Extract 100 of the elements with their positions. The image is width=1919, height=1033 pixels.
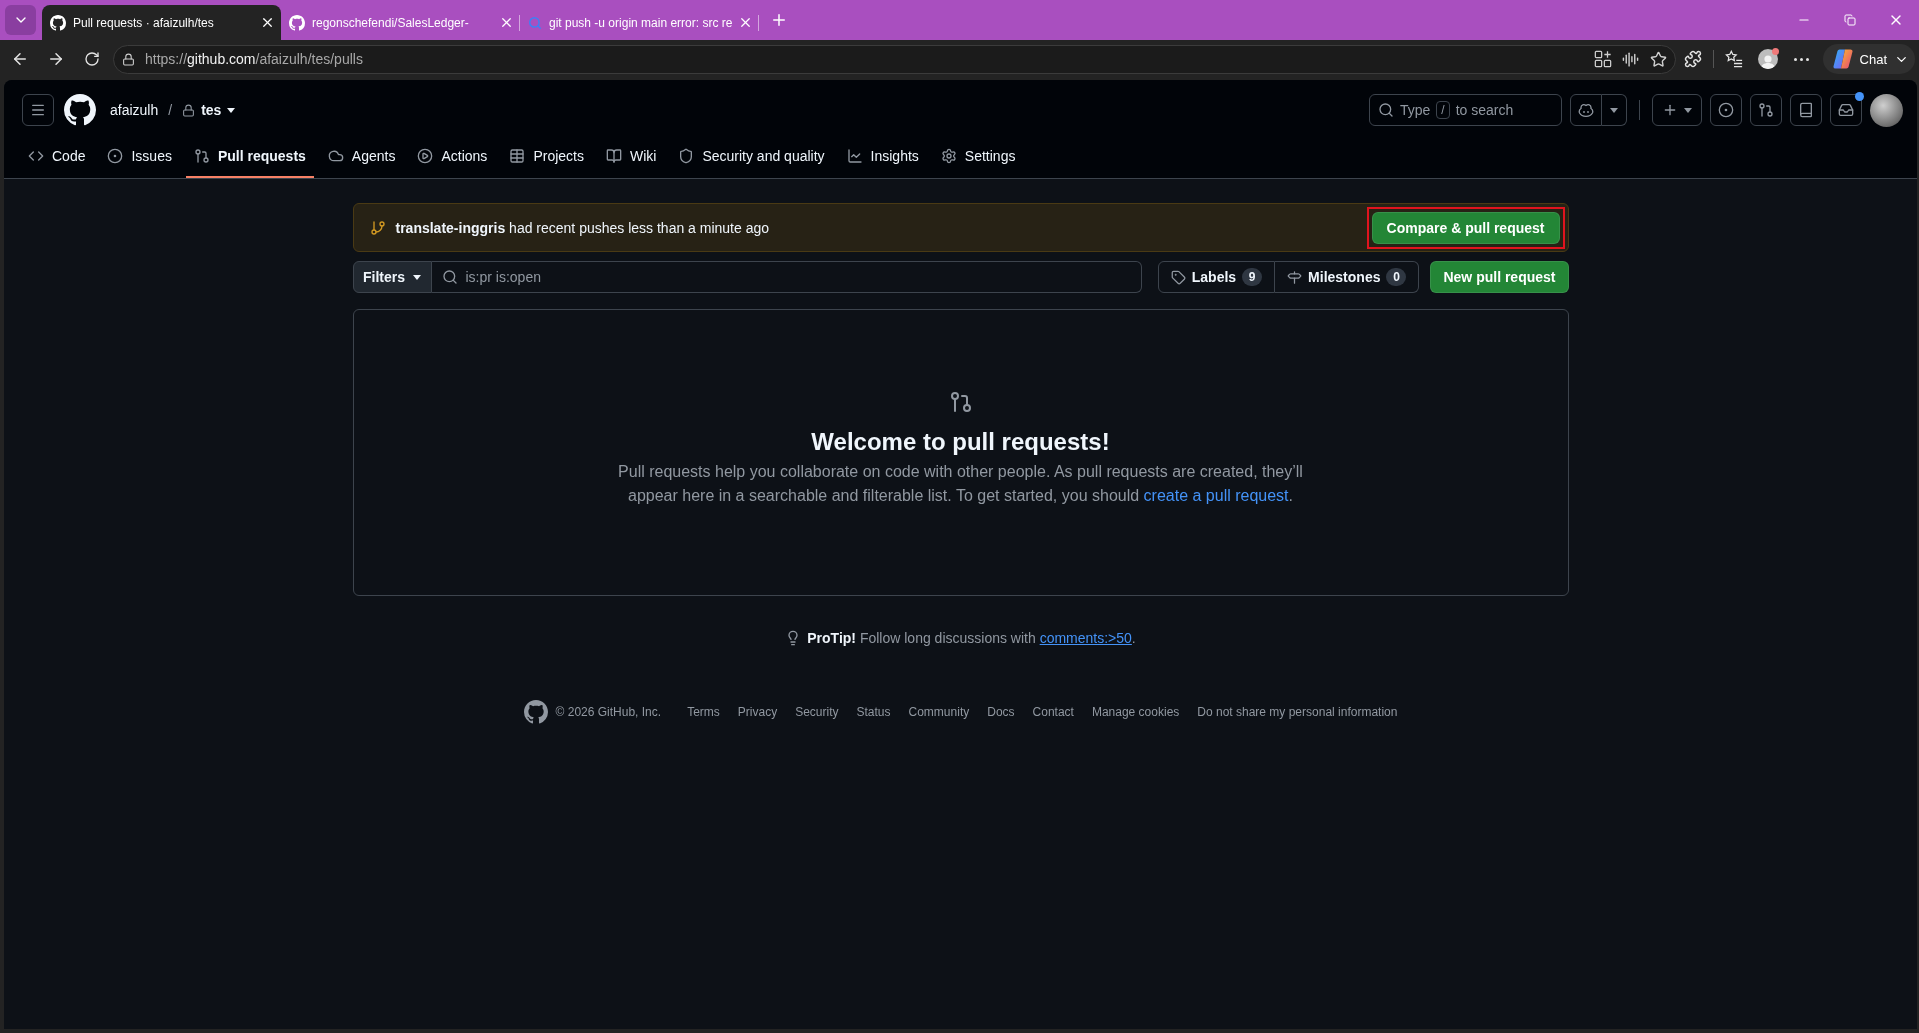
puzzle-icon [1683,50,1702,68]
footer-link[interactable]: Privacy [737,705,778,719]
search-icon [528,15,542,30]
tab-actions-button[interactable] [5,5,36,35]
issues-button[interactable] [1710,94,1742,126]
nav-tab[interactable]: Security and quality [670,134,833,178]
push-notice-text: translate-inggris had recent pushes less than a minute ago [395,219,770,236]
pull-request-icon [948,390,973,414]
footer-link[interactable]: Do not share my personal information [1197,705,1398,719]
caret-icon [1684,107,1692,113]
face-icon [1578,103,1594,117]
footer-link[interactable]: Docs [987,705,1015,719]
footer-link[interactable]: Manage cookies [1091,705,1180,719]
shortcut-key: / [1436,101,1450,119]
issue-icon [107,148,124,164]
issue-icon [1718,102,1734,118]
home-logo-link[interactable] [64,94,96,126]
restore-icon [1844,14,1856,26]
cloud-icon [327,148,344,164]
address-url: https://github.com/afaizulh/tes/pulls [145,51,363,67]
more-icon [1794,57,1810,61]
pull-requests-button[interactable] [1750,94,1782,126]
inbox-button[interactable] [1830,94,1862,126]
filters-button[interactable]: Filters [352,261,432,293]
nav-tab[interactable]: Settings [932,134,1024,178]
browser-tab[interactable]: Pull requests · afaizulh/tes [42,5,281,40]
shield-icon [678,148,695,164]
nav-tab[interactable]: Projects [501,134,592,178]
assistant-menu-button[interactable] [1602,94,1627,126]
copyright-text: © 2026 GitHub, Inc. [555,705,662,719]
branch-icon [369,219,386,236]
search-field[interactable]: is:pr is:open [431,261,1142,293]
address-bar[interactable]: https://github.com/afaizulh/tes/pulls [113,44,1676,74]
protip-link[interactable]: comments:>50 [1039,630,1132,646]
new-pull-request-button[interactable]: New pull request [1430,261,1569,293]
tag-icon [1170,269,1186,285]
nav-tab[interactable]: Code [20,134,94,178]
code-icon [28,148,44,164]
favorites-icon [1724,50,1743,68]
search-icon [441,269,458,285]
empty-state-title: Welcome to pull requests! [811,427,1110,457]
breadcrumb-separator: / [168,102,173,118]
avatar-placeholder[interactable] [1870,93,1903,127]
repositories-button[interactable] [1790,94,1822,126]
caret-icon [227,107,236,113]
footer-link[interactable]: Community [908,705,970,719]
milestones-button[interactable]: Milestones 0 [1275,261,1420,293]
menu-icon [30,102,46,118]
footer-link[interactable]: Status [856,705,891,719]
gradient-logo-icon [1832,49,1853,69]
caret-icon [1610,107,1618,113]
browser-tab[interactable]: regonschefendi/SalesLedger- [281,5,520,40]
empty-state-description: Pull requests help you collaborate on code with other people. As pull requests are created, they’ll appear here in a searchable and filterable list. To get started, you should create a pull request. [617,462,1304,506]
assistant-button[interactable] [1570,94,1602,126]
footer-link[interactable]: Security [795,705,839,719]
github-logo-icon [64,94,96,126]
caret-icon [413,274,421,280]
nav-tab[interactable]: Pull requests [185,134,314,178]
refresh-icon [84,51,100,67]
github-logo-icon [50,14,66,31]
pull-request-icon [193,148,210,164]
repository-link[interactable]: tes [182,102,236,118]
lock-icon [122,52,135,66]
chat-button[interactable]: Chat [1822,44,1915,74]
footer-link[interactable]: Contact [1032,705,1074,719]
star-icon [1650,50,1668,68]
close-icon[interactable] [260,15,275,30]
create-pull-request-link[interactable]: create a pull request [1143,487,1289,504]
nav-tab[interactable]: Issues [99,134,180,178]
browser-tab[interactable]: git push -u origin main error: src re [520,5,759,40]
pull-request-icon [1758,102,1774,118]
nav-tab[interactable]: Wiki [597,134,665,178]
github-logo-icon [289,14,305,31]
play-icon [417,148,434,164]
profile-avatar-icon [1757,49,1778,69]
book-icon [605,148,622,164]
nav-tab[interactable]: Insights [838,134,927,178]
inbox-icon [1838,102,1854,118]
footer-link[interactable]: Terms [687,705,720,719]
protip-text: ProTip! Follow long discussions with comments:>50. [807,629,1136,648]
search-icon [1378,102,1394,118]
sound-wave-icon [1622,50,1640,68]
compare-pull-request-button[interactable]: Compare & pull request [1371,211,1560,244]
search-field[interactable]: Type / to search [1369,94,1562,126]
nav-tab[interactable]: Agents [319,134,404,178]
nav-tab[interactable]: Actions [409,134,496,178]
create-new-button[interactable] [1652,94,1702,126]
github-logo-icon [523,700,548,724]
labels-count: 9 [1242,268,1263,286]
settings-icon [940,148,957,164]
owner-link[interactable]: afaizulh [110,102,159,118]
menu-button[interactable] [22,94,54,126]
arrow-right-icon [47,50,65,68]
plus-icon [770,11,788,29]
milestones-count: 0 [1386,268,1407,286]
table-icon [509,148,526,164]
signpost-icon [1287,269,1303,285]
app-grid-icon [1593,50,1612,68]
plus-icon [1662,102,1678,118]
labels-button[interactable]: Labels 9 [1157,261,1276,293]
